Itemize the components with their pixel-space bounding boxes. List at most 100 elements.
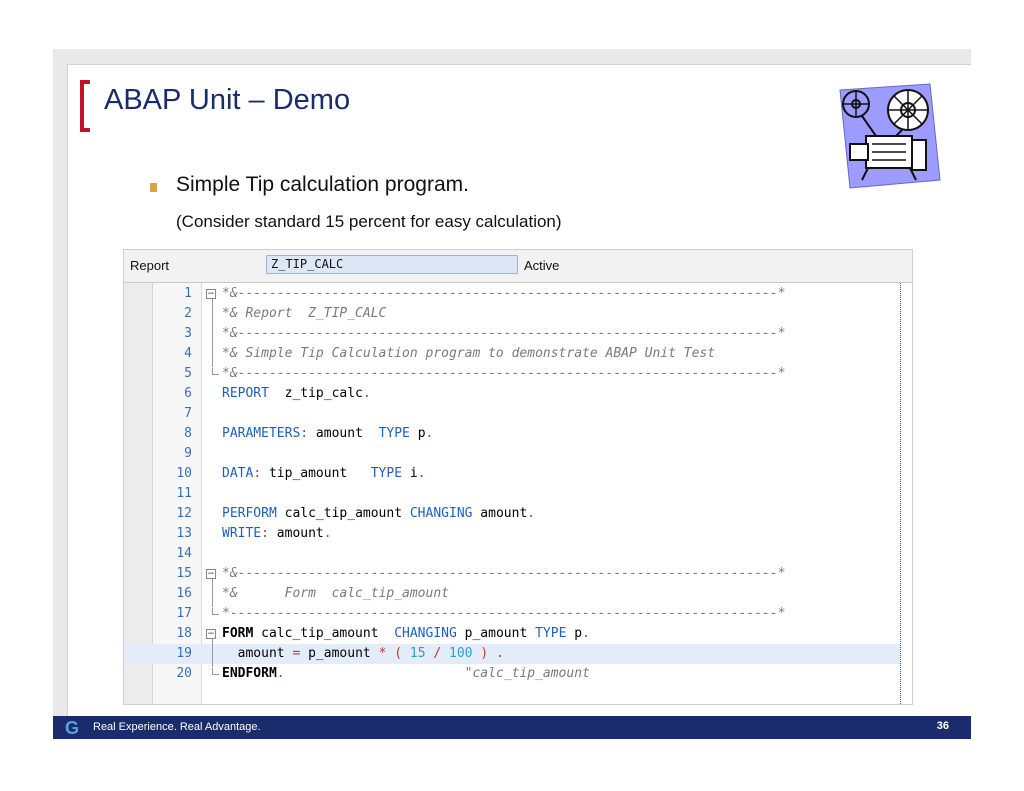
line-number: 19 bbox=[176, 646, 192, 661]
code-token: calc_tip_amount bbox=[253, 626, 395, 641]
code-text: *&--------------------------------------… bbox=[222, 324, 786, 344]
code-token: . bbox=[323, 526, 332, 541]
line-number: 2 bbox=[184, 306, 192, 321]
line-number: 11 bbox=[176, 486, 192, 501]
code-line[interactable]: 5 *&-------------------------------------… bbox=[124, 364, 900, 384]
code-line[interactable]: 13 WRITE: amount. bbox=[124, 524, 900, 544]
code-line[interactable]: 8 PARAMETERS: amount TYPE p. bbox=[124, 424, 900, 444]
code-token: "calc_tip_amount bbox=[464, 666, 590, 681]
program-status: Active bbox=[524, 258, 560, 273]
line-number: 20 bbox=[176, 666, 192, 681]
code-line[interactable]: 20 ENDFORM. "calc_tip_amount bbox=[124, 664, 900, 684]
line-number: 1 bbox=[184, 286, 192, 301]
code-line[interactable]: 15 *&------------------------------------… bbox=[124, 564, 900, 584]
code-text: amount = p_amount * ( 15 / 100 ) . bbox=[222, 644, 504, 664]
abap-editor-window: Report Z_TIP_CALC Active 1 *&------------… bbox=[123, 249, 913, 705]
code-token: ENDFORM bbox=[222, 666, 277, 681]
line-number: 9 bbox=[184, 446, 192, 461]
code-text: WRITE: amount. bbox=[222, 524, 332, 544]
line-number: 4 bbox=[184, 346, 192, 361]
code-token: 100 bbox=[449, 646, 473, 661]
code-line[interactable]: 12 PERFORM calc_tip_amount CHANGING amoun… bbox=[124, 504, 900, 524]
code-text: *& Report Z_TIP_CALC bbox=[222, 304, 386, 324]
line-number: 10 bbox=[176, 466, 192, 481]
code-token: *& Simple Tip Calculation program to dem… bbox=[222, 346, 716, 361]
code-line[interactable]: 6 REPORT z_tip_calc. bbox=[124, 384, 900, 404]
line-number: 13 bbox=[176, 526, 192, 541]
right-margin-line bbox=[900, 283, 901, 704]
code-token: *& Report Z_TIP_CALC bbox=[222, 306, 387, 321]
code-token: p_amount bbox=[456, 626, 536, 641]
code-line[interactable]: 2 *& Report Z_TIP_CALC bbox=[124, 304, 900, 324]
code-text: DATA: tip_amount TYPE i. bbox=[222, 464, 426, 484]
code-token: / bbox=[433, 646, 442, 661]
bullet-text: Simple Tip calculation program. bbox=[176, 173, 469, 196]
code-line[interactable]: 18 FORM calc_tip_amount CHANGING p_amount… bbox=[124, 624, 900, 644]
line-number: 7 bbox=[184, 406, 192, 421]
code-token: TYPE bbox=[378, 426, 410, 441]
code-line[interactable]: 11 bbox=[124, 484, 900, 504]
line-number: 18 bbox=[176, 626, 192, 641]
code-line[interactable]: 3 *&-------------------------------------… bbox=[124, 324, 900, 344]
code-token: *&--------------------------------------… bbox=[222, 286, 786, 301]
code-token: tip_amount bbox=[261, 466, 371, 481]
code-token: CHANGING bbox=[409, 506, 473, 521]
code-token: p bbox=[566, 626, 583, 641]
code-line[interactable]: 9 bbox=[124, 444, 900, 464]
code-line[interactable]: 16 *& Form calc_tip_amount bbox=[124, 584, 900, 604]
code-token: calc_tip_amount bbox=[276, 506, 410, 521]
code-token: : bbox=[261, 526, 269, 541]
code-token: TYPE bbox=[535, 626, 567, 641]
code-line[interactable]: 10 DATA: tip_amount TYPE i. bbox=[124, 464, 900, 484]
editor-header: Report Z_TIP_CALC Active bbox=[124, 250, 912, 283]
code-token: 15 bbox=[409, 646, 426, 661]
code-line[interactable]: 4 *& Simple Tip Calculation program to de… bbox=[124, 344, 900, 364]
film-projector-icon bbox=[832, 80, 942, 190]
line-number: 17 bbox=[176, 606, 192, 621]
code-text: FORM calc_tip_amount CHANGING p_amount T… bbox=[222, 624, 590, 644]
fold-guide-line bbox=[212, 639, 213, 667]
line-number: 14 bbox=[176, 546, 192, 561]
code-token: amount bbox=[222, 646, 293, 661]
code-token: . bbox=[362, 386, 371, 401]
fold-toggle-icon[interactable]: − bbox=[206, 289, 216, 299]
code-text: REPORT z_tip_calc. bbox=[222, 384, 371, 404]
code-line[interactable]: 7 bbox=[124, 404, 900, 424]
code-token: ( bbox=[394, 646, 403, 661]
code-token: *&--------------------------------------… bbox=[222, 366, 786, 381]
code-text: *&--------------------------------------… bbox=[222, 284, 786, 304]
code-token: p_amount bbox=[300, 646, 379, 661]
code-text: *---------------------------------------… bbox=[222, 604, 786, 624]
code-token: . bbox=[495, 646, 504, 661]
code-text: *& Form calc_tip_amount bbox=[222, 584, 449, 604]
code-token: . bbox=[425, 426, 434, 441]
fold-end-marker bbox=[212, 368, 219, 375]
code-line[interactable]: 17 *-------------------------------------… bbox=[124, 604, 900, 624]
slide-title: ABAP Unit – Demo bbox=[104, 84, 351, 116]
code-token: DATA bbox=[222, 466, 254, 481]
fold-toggle-icon[interactable]: − bbox=[206, 629, 216, 639]
code-token: FORM bbox=[222, 626, 254, 641]
page-number: 36 bbox=[936, 720, 949, 732]
footer-tagline: Real Experience. Real Advantage. bbox=[93, 721, 261, 733]
code-token: *---------------------------------------… bbox=[222, 606, 786, 621]
program-name-field[interactable]: Z_TIP_CALC bbox=[266, 255, 518, 274]
code-token: *& Form calc_tip_amount bbox=[222, 586, 449, 601]
code-token: *&--------------------------------------… bbox=[222, 566, 786, 581]
code-line[interactable]: 14 bbox=[124, 544, 900, 564]
line-number: 8 bbox=[184, 426, 192, 441]
code-line[interactable]: 1 *&-------------------------------------… bbox=[124, 284, 900, 304]
fold-toggle-icon[interactable]: − bbox=[206, 569, 216, 579]
fold-end-marker bbox=[212, 608, 219, 615]
company-logo: G bbox=[65, 718, 80, 738]
code-token: ) bbox=[480, 646, 489, 661]
code-area[interactable]: 1 *&-------------------------------------… bbox=[124, 283, 912, 704]
code-text: PERFORM calc_tip_amount CHANGING amount. bbox=[222, 504, 535, 524]
code-line[interactable]: 19 amount = p_amount * ( 15 / 100 ) . bbox=[124, 644, 900, 664]
report-label: Report bbox=[130, 258, 170, 273]
code-token: : bbox=[253, 466, 262, 481]
